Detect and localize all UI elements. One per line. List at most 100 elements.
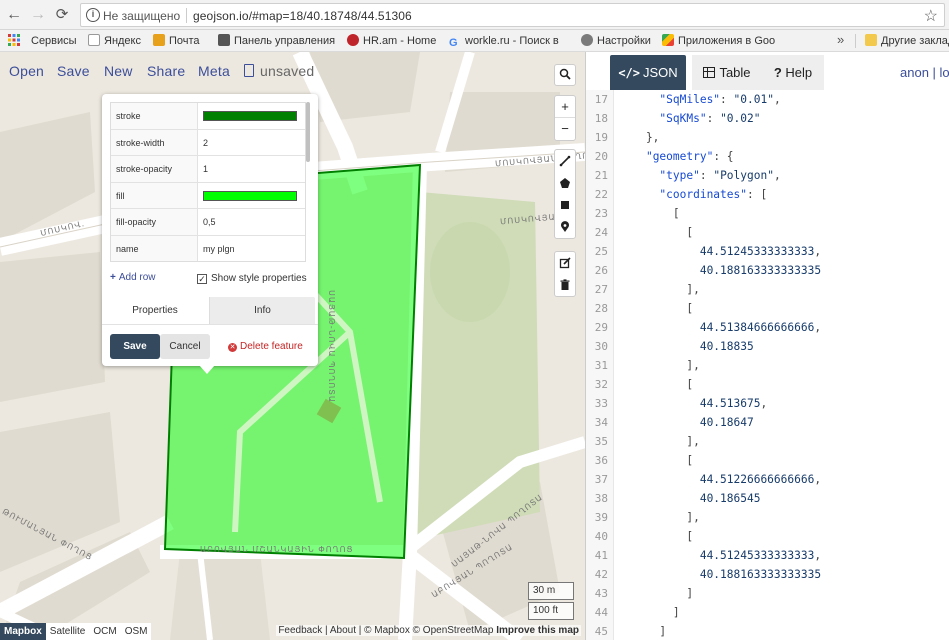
property-key[interactable]: stroke-opacity (111, 156, 198, 182)
code-text: }, (619, 131, 660, 144)
user-link[interactable]: anon | lo (900, 65, 949, 80)
stroke-color-swatch[interactable] (203, 111, 297, 121)
play-store-icon (662, 34, 674, 46)
code-text: [ (619, 226, 694, 239)
draw-line-button[interactable] (555, 150, 575, 172)
add-row-button[interactable]: + Add row (110, 272, 156, 283)
map-canvas[interactable]: ՄՈՍԿՈՎՅԱՆ ՓՈՂՈՑ ՄՈՍԿՈՎՅԱՆ Փ. ՄՈՍԿՈՎ. ՍԱՅ… (0, 52, 585, 640)
layer-osm[interactable]: OSM (121, 623, 152, 640)
tab-info[interactable]: Info (209, 297, 315, 324)
page-icon (88, 34, 100, 46)
code-text: ] (619, 625, 667, 638)
address-bar[interactable]: i Не защищено geojson.io/#map=18/40.1874… (80, 3, 945, 27)
draw-rectangle-button[interactable] (555, 194, 575, 216)
open-button[interactable]: Open (9, 63, 44, 79)
property-key[interactable]: fill (111, 182, 198, 208)
tab-table[interactable]: Table (692, 55, 762, 90)
bookmark-workle[interactable]: Gworkle.ru - Поиск в (449, 34, 559, 49)
properties-scrollbar[interactable] (306, 102, 310, 162)
popup-cancel-button[interactable]: Cancel (160, 334, 210, 359)
show-style-toggle[interactable]: ✓ Show style properties (197, 273, 307, 284)
code-text: 44.513675, (699, 397, 768, 410)
code-line: 36 [ (586, 451, 949, 470)
checkbox[interactable]: ✓ (197, 274, 207, 284)
reload-icon[interactable]: ⟳ (52, 5, 72, 25)
layer-ocm[interactable]: OCM (89, 623, 120, 640)
bookmark-other[interactable]: Другие заклад (865, 34, 949, 48)
property-value[interactable]: my plgn (198, 236, 305, 262)
zoom-control: + − (554, 95, 576, 141)
scale-metric: 30 m (528, 582, 574, 600)
search-icon (559, 68, 571, 80)
save-button[interactable]: Save (57, 63, 90, 79)
forward-icon[interactable]: → (28, 5, 48, 25)
delete-feature-button[interactable]: ✕ Delete feature (228, 341, 303, 352)
tab-properties[interactable]: Properties (102, 297, 208, 324)
property-value[interactable]: 2 (198, 130, 305, 156)
zoom-out-button[interactable]: − (555, 118, 575, 140)
property-value[interactable] (198, 103, 305, 129)
property-key[interactable]: name (111, 235, 198, 261)
edit-layers-button[interactable] (555, 252, 575, 274)
code-line: 45 ] (586, 622, 949, 640)
property-value[interactable]: 0,5 (198, 209, 305, 235)
search-button[interactable] (554, 64, 576, 86)
bookmarks-overflow-icon[interactable]: » (837, 32, 844, 47)
line-number: 41 (594, 549, 608, 562)
bookmark-services[interactable]: Сервисы (31, 34, 77, 48)
bookmark-google-apps[interactable]: Приложения в Goo (662, 34, 775, 48)
bookmark-settings[interactable]: Настройки (581, 34, 651, 48)
code-text: "SqMiles": "0.01", (659, 93, 781, 106)
popup-tabs: Properties Info (102, 297, 318, 324)
tab-json[interactable]: </> JSON (610, 55, 686, 90)
feedback-link[interactable]: Feedback (278, 625, 322, 636)
url-text[interactable]: geojson.io/#map=18/40.18748/44.51306 (193, 9, 412, 23)
line-number: 21 (594, 169, 608, 182)
osm-link[interactable]: © OpenStreetMap (413, 625, 494, 636)
info-icon[interactable]: i (86, 8, 100, 22)
draw-marker-button[interactable] (555, 216, 575, 238)
code-text: "coordinates": [ (659, 188, 768, 201)
tab-help-label: Help (785, 65, 813, 80)
layer-mapbox[interactable]: Mapbox (0, 623, 46, 640)
delete-layers-button[interactable] (555, 274, 575, 296)
property-key[interactable]: stroke (111, 103, 198, 129)
bookmark-star-icon[interactable]: ☆ (924, 6, 938, 26)
apps-grid-icon[interactable] (8, 34, 20, 48)
code-line: 35 ], (586, 432, 949, 451)
about-link[interactable]: About (330, 625, 356, 636)
line-number: 34 (594, 416, 608, 429)
editor-panel: </> JSON Table ? Help anon | lo 17 "SqMil… (585, 52, 949, 640)
show-style-label: Show style properties (211, 273, 307, 284)
meta-button[interactable]: Meta (198, 63, 230, 79)
share-button[interactable]: Share (147, 63, 185, 79)
tab-help[interactable]: ? Help (762, 55, 824, 90)
bookmark-control-panel[interactable]: Панель управления (218, 34, 335, 48)
improve-map-link[interactable]: Improve this map (496, 625, 579, 636)
code-text: ], (619, 283, 700, 296)
fill-color-swatch[interactable] (203, 190, 297, 201)
code-line: 42 40.188163333333335 (586, 565, 949, 584)
bookmark-hr-am[interactable]: HR.am - Home (347, 34, 436, 48)
line-number: 25 (594, 245, 608, 258)
back-icon[interactable]: ← (4, 5, 24, 25)
property-value[interactable]: 1 (198, 156, 305, 182)
code-text: [ (619, 530, 694, 543)
property-key[interactable]: stroke-width (111, 129, 198, 155)
new-button[interactable]: New (104, 63, 133, 79)
map-street-label: ՍԱՅԱԹ-ՆՈՎԱ ՊՈՂՈՏԱ (327, 290, 336, 403)
mapbox-link[interactable]: © Mapbox (364, 625, 410, 636)
line-number: 45 (594, 625, 608, 638)
popup-save-button[interactable]: Save (110, 334, 160, 359)
code-line: 19 }, (586, 128, 949, 147)
bookmark-mail[interactable]: Почта (153, 34, 200, 48)
property-key[interactable]: fill-opacity (111, 209, 198, 235)
draw-polygon-button[interactable] (555, 172, 575, 194)
property-value[interactable] (198, 183, 305, 209)
code-line: 29 44.51384666666666, (586, 318, 949, 337)
zoom-in-button[interactable]: + (555, 96, 575, 118)
json-editor[interactable]: 17 "SqMiles": "0.01", 18 "SqKMs": "0.02" 1… (586, 90, 949, 640)
bookmark-yandex[interactable]: Яндекс (88, 34, 141, 48)
line-icon (559, 155, 571, 167)
layer-satellite[interactable]: Satellite (46, 623, 90, 640)
